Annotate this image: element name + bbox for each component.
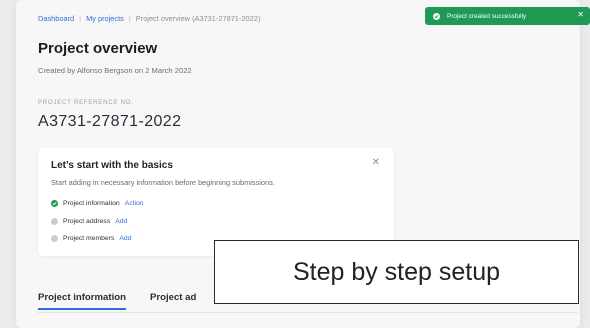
page-title: Project overview [38,40,158,57]
pending-dot-icon [51,235,58,242]
step-project-address: Project address Add [51,218,127,225]
breadcrumb-my-projects[interactable]: My projects [86,14,124,23]
toast-message: Project created successfully [447,12,527,20]
setup-card-title: Let’s start with the basics [51,160,173,171]
step-action-link[interactable]: Action [125,200,144,207]
tab-project-information[interactable]: Project information [38,292,126,310]
setup-card-description: Start adding in necessary information be… [51,178,275,187]
breadcrumb-current: Project overview (A3731-27871-2022) [135,14,261,23]
breadcrumb-separator: | [79,14,82,23]
breadcrumb: Dashboard | My projects | Project overvi… [38,14,260,23]
step-label: Project members [63,235,115,242]
step-project-information: Project information Action [51,200,144,207]
step-project-members: Project members Add [51,235,131,242]
tabs-divider [38,312,578,313]
check-icon [433,12,440,20]
close-icon[interactable]: ✕ [577,10,584,19]
breadcrumb-dashboard[interactable]: Dashboard [38,14,74,23]
check-icon [51,200,58,207]
breadcrumb-separator: | [128,14,131,23]
callout-label: Step by step setup [214,240,579,304]
step-add-link[interactable]: Add [115,218,127,225]
reference-label: PROJECT REFERENCE NO. [38,100,134,106]
tab-project-address[interactable]: Project ad [150,292,196,303]
page-subtitle: Created by Alfonso Bergson on 2 March 20… [38,66,192,75]
close-icon[interactable]: ✕ [372,157,380,168]
step-label: Project address [63,218,111,225]
tab-bar: Project information Project ad [38,292,196,310]
step-label: Project information [63,200,120,207]
pending-dot-icon [51,218,58,225]
success-toast: Project created successfully ✕ [425,7,590,25]
reference-value: A3731-27871-2022 [38,113,182,130]
step-add-link[interactable]: Add [119,235,131,242]
